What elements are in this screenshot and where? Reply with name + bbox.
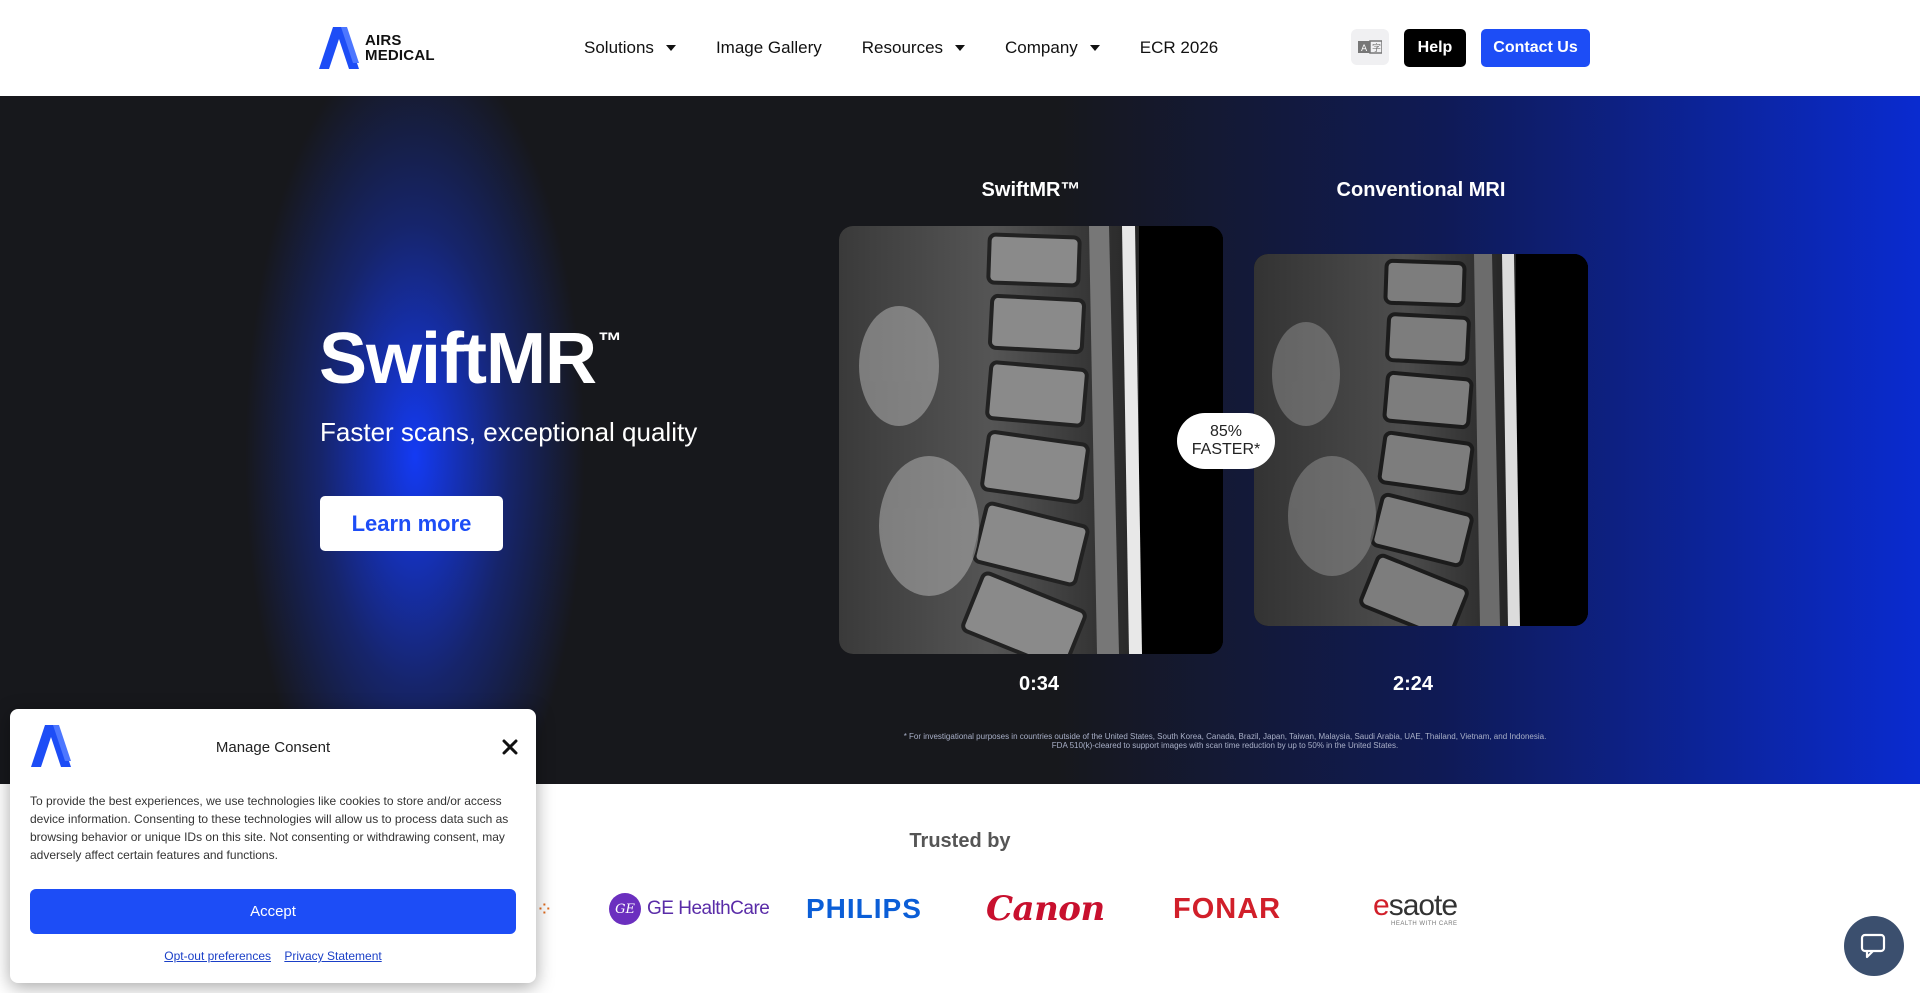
language-switcher-button[interactable]: A 字: [1351, 29, 1389, 65]
consent-links: Opt-out preferences Privacy Statement: [10, 949, 536, 963]
svg-text:A: A: [1361, 44, 1368, 54]
nav-solutions[interactable]: Solutions: [584, 30, 676, 66]
swiftmr-scan-time: 0:34: [1018, 673, 1060, 695]
partner-logo-partial: ⁘: [536, 898, 553, 921]
close-icon: [502, 739, 518, 755]
conventional-mri-scan-image: [1254, 254, 1588, 626]
chat-bubble-icon: [1860, 933, 1886, 959]
hero-section: SwiftMR™ Faster scans, exceptional quali…: [0, 96, 1920, 784]
learn-more-button[interactable]: Learn more: [320, 496, 503, 551]
philips-logo: PHILIPS: [806, 893, 922, 924]
help-button[interactable]: Help: [1404, 29, 1466, 67]
esaote-logo: esaote HEALTH WITH CARE: [1373, 889, 1458, 928]
privacy-statement-link[interactable]: Privacy Statement: [284, 949, 381, 963]
nav-company[interactable]: Company: [1005, 30, 1100, 66]
main-nav: Solutions Image Gallery Resources Compan…: [584, 30, 1258, 66]
swiftmr-scan-image: [839, 226, 1223, 654]
hero-subtitle: Faster scans, exceptional quality: [320, 417, 698, 447]
nav-ecr-2026[interactable]: ECR 2026: [1140, 30, 1218, 66]
chat-widget-button[interactable]: [1844, 916, 1904, 976]
conventional-mri-label: Conventional MRI: [1336, 179, 1506, 201]
faster-badge: 85% FASTER*: [1177, 413, 1275, 469]
chevron-down-icon: [955, 45, 966, 51]
close-button[interactable]: [498, 735, 522, 759]
swiftmr-label: SwiftMR™: [981, 179, 1081, 201]
chevron-down-icon: [1089, 45, 1100, 51]
airs-medical-logo[interactable]: AIRS MEDICAL: [319, 27, 437, 69]
site-header: AIRS MEDICAL Solutions Image Gallery Res…: [0, 0, 1920, 96]
nav-resources[interactable]: Resources: [862, 30, 966, 66]
cookie-consent-dialog: Manage Consent To provide the best exper…: [10, 709, 536, 983]
disclaimer-text: * For investigational purposes in countr…: [903, 732, 1547, 750]
svg-text:字: 字: [1372, 42, 1381, 54]
translate-icon: A 字: [1358, 40, 1382, 54]
accept-button[interactable]: Accept: [30, 889, 516, 934]
fonar-logo: FONAR: [1173, 892, 1282, 925]
contact-us-button[interactable]: Contact Us: [1481, 29, 1590, 67]
chevron-down-icon: [665, 45, 676, 51]
canon-logo: Canon: [986, 889, 1105, 929]
logo-text: AIRS MEDICAL: [365, 32, 435, 64]
consent-title: Manage Consent: [215, 739, 331, 756]
hero-title: SwiftMR™: [319, 319, 622, 399]
nav-image-gallery[interactable]: Image Gallery: [716, 30, 822, 66]
airs-logo-icon: [319, 27, 359, 69]
ge-healthcare-logo: GE GE HealthCare: [609, 888, 770, 930]
conventional-scan-time: 2:24: [1392, 673, 1434, 695]
consent-body-text: To provide the best experiences, we use …: [30, 794, 509, 862]
opt-out-preferences-link[interactable]: Opt-out preferences: [164, 949, 271, 963]
